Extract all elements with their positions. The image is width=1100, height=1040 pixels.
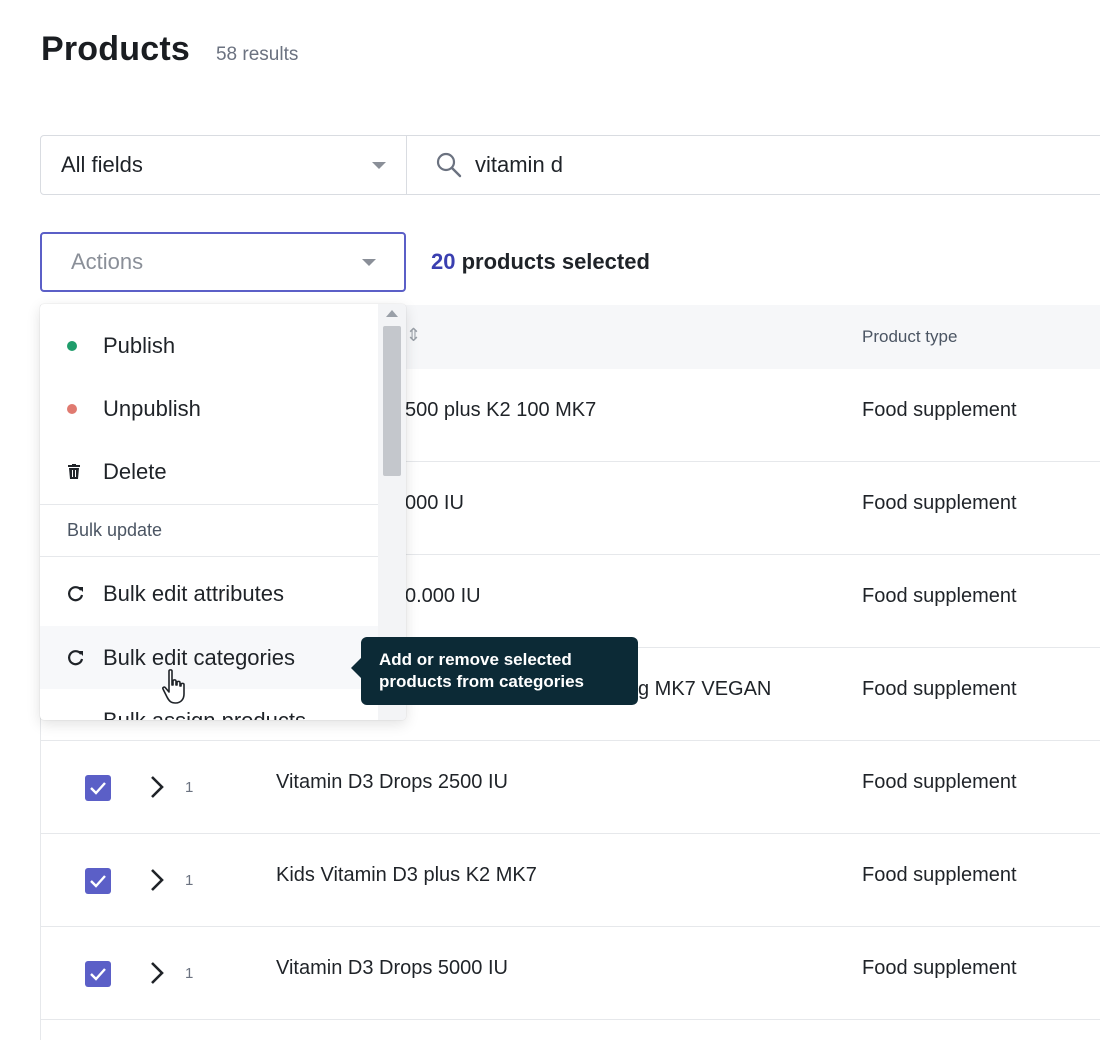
tooltip-line: Add or remove selected <box>379 650 572 669</box>
product-name: g MK7 VEGAN <box>638 678 772 700</box>
product-name: Vitamin D3 Drops 2500 IU <box>276 771 508 793</box>
red-dot-icon <box>67 403 77 414</box>
hand-cursor-icon <box>162 669 185 704</box>
search-input[interactable] <box>475 152 1075 178</box>
chevron-right-icon[interactable] <box>148 866 166 894</box>
page-title: Products <box>41 30 190 68</box>
actions-placeholder: Actions <box>71 249 144 274</box>
column-header-product-type[interactable]: Product type <box>862 327 957 347</box>
results-count: 58 results <box>215 44 299 65</box>
check-icon <box>90 875 106 888</box>
product-name: 000 IU <box>405 492 464 514</box>
menu-item-label: Bulk edit categories <box>103 644 295 670</box>
row-checkbox[interactable] <box>85 961 111 987</box>
product-name: Kids Vitamin D3 plus K2 MK7 <box>276 864 537 886</box>
variant-count: 1 <box>185 965 194 982</box>
product-name: 500 plus K2 100 MK7 <box>405 399 597 421</box>
menu-item-label: Unpublish <box>103 395 201 421</box>
menu-item-bulk-edit-categories[interactable]: Bulk edit categories <box>40 626 378 689</box>
chevron-right-icon[interactable] <box>148 773 166 801</box>
table-row[interactable]: 1 Vitamin D3 Drops 5000 IU Food suppleme… <box>40 927 1100 1020</box>
menu-item-bulk-assign-products[interactable]: Bulk assign products <box>40 706 378 720</box>
actions-select[interactable]: Actions <box>40 232 406 292</box>
product-type: Food supplement <box>862 957 1017 979</box>
menu-item-delete[interactable]: Delete <box>40 440 378 503</box>
product-type: Food supplement <box>862 585 1017 607</box>
search-box[interactable] <box>407 136 1100 194</box>
table-row[interactable]: 1 Kids Vitamin D3 plus K2 MK7 Food suppl… <box>40 834 1100 927</box>
tooltip: Add or remove selected products from cat… <box>361 637 638 705</box>
table-row[interactable]: 1 Vitamin D3 Drops 2500 IU Food suppleme… <box>40 741 1100 834</box>
product-type: Food supplement <box>862 492 1017 514</box>
product-type: Food supplement <box>862 399 1017 421</box>
row-checkbox[interactable] <box>85 868 111 894</box>
table-left-border <box>40 700 41 1040</box>
products-page: Products 58 results All fields Actions 2… <box>0 0 1100 1040</box>
menu-item-publish[interactable]: Publish <box>40 314 378 377</box>
menu-divider <box>40 556 378 557</box>
menu-item-unpublish[interactable]: Unpublish <box>40 377 378 440</box>
selected-count: 20 products selected <box>431 249 650 275</box>
scrollbar-thumb[interactable] <box>383 326 401 476</box>
menu-section-title: Bulk update <box>67 520 163 540</box>
variant-count: 1 <box>185 872 194 889</box>
check-icon <box>90 968 106 981</box>
chevron-right-icon[interactable] <box>148 959 166 987</box>
product-type: Food supplement <box>862 678 1017 700</box>
menu-divider <box>40 504 378 505</box>
product-name: 0.000 IU <box>405 585 481 607</box>
caret-down-icon <box>362 258 376 266</box>
field-select-label: All fields <box>61 152 143 177</box>
menu-item-label: Bulk edit attributes <box>103 580 284 606</box>
search-icon <box>436 152 462 178</box>
selected-count-number: 20 <box>431 249 456 274</box>
product-name: Vitamin D3 Drops 5000 IU <box>276 957 508 979</box>
caret-down-icon <box>372 161 386 169</box>
scroll-up-arrow-icon[interactable] <box>386 310 398 317</box>
product-type: Food supplement <box>862 771 1017 793</box>
check-icon <box>90 782 106 795</box>
filter-bar: All fields <box>40 135 1100 195</box>
field-select[interactable]: All fields <box>41 136 407 194</box>
selected-count-text: products selected <box>461 249 650 274</box>
refresh-icon <box>68 585 84 601</box>
menu-item-bulk-edit-attributes[interactable]: Bulk edit attributes <box>40 562 378 625</box>
variant-count: 1 <box>185 779 194 796</box>
sort-icon[interactable]: ⇕ <box>406 325 421 346</box>
menu-item-label: Publish <box>103 332 176 358</box>
tooltip-arrow <box>351 658 361 678</box>
row-checkbox[interactable] <box>85 775 111 801</box>
menu-item-label: Bulk assign products <box>103 708 306 720</box>
trash-icon <box>68 463 80 479</box>
menu-item-label: Delete <box>103 458 167 484</box>
product-type: Food supplement <box>862 864 1017 886</box>
refresh-icon <box>68 649 84 665</box>
tooltip-line: products from categories <box>379 672 584 691</box>
green-dot-icon <box>67 340 77 351</box>
page-header: Products 58 results <box>41 30 298 69</box>
